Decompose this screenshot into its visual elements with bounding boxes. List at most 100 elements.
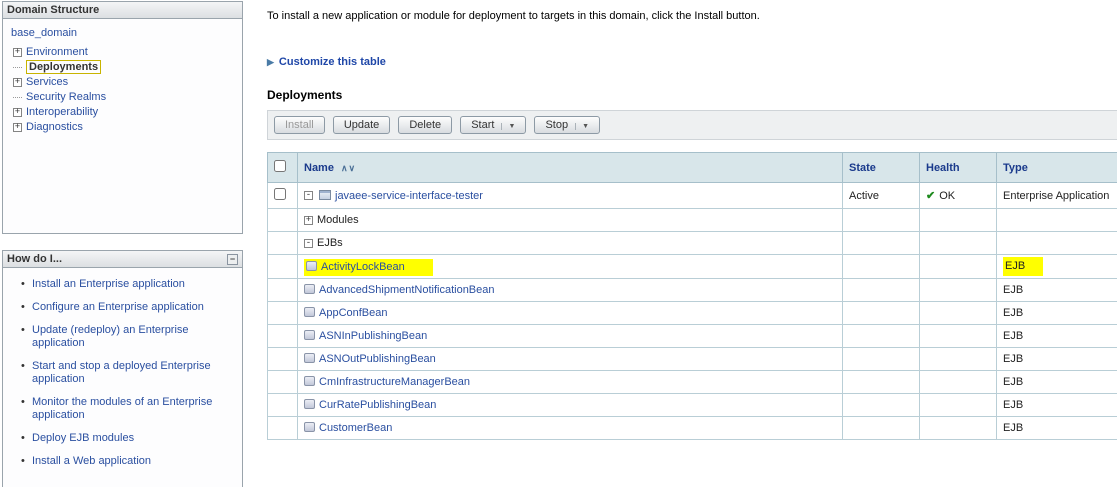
- how-do-i-panel: How do I... − • Install an Enterprise app…: [2, 250, 243, 487]
- how-do-i-title: How do I...: [7, 253, 62, 265]
- list-item: • Deploy EJB modules: [21, 432, 234, 445]
- disclosure-arrow-icon[interactable]: ▶: [267, 57, 274, 67]
- howto-link[interactable]: Install an Enterprise application: [32, 278, 185, 290]
- collapse-panel-icon[interactable]: −: [227, 253, 238, 265]
- howto-link[interactable]: Deploy EJB modules: [32, 432, 134, 444]
- bullet-icon: •: [21, 455, 25, 467]
- type-value: EJB: [996, 254, 1117, 279]
- customize-table-link[interactable]: Customize this table: [279, 56, 386, 68]
- domain-structure-panel: Domain Structure base_domain + Environmen…: [2, 1, 243, 234]
- weblogic-console-page: Domain Structure base_domain + Environmen…: [0, 0, 1117, 487]
- expand-icon[interactable]: +: [13, 122, 22, 132]
- health-ok-icon: ✔: [926, 190, 936, 202]
- list-item: • Monitor the modules of an Enterprise ap…: [21, 396, 234, 422]
- column-header-type: Type: [996, 152, 1117, 183]
- domain-structure-header: Domain Structure: [3, 2, 242, 19]
- list-item: • Configure an Enterprise application: [21, 301, 234, 314]
- tree-node-interoperability[interactable]: + Interoperability: [9, 106, 236, 118]
- tree-line: [13, 66, 22, 68]
- table-row: + Modules: [267, 208, 1117, 232]
- column-header-name[interactable]: Name ∧∨: [297, 152, 843, 183]
- type-value: Enterprise Application: [996, 182, 1117, 209]
- table-header-row: Name ∧∨ State Health Type: [267, 152, 1117, 183]
- stop-dropdown-button[interactable]: Stop ▼: [534, 116, 601, 134]
- health-value: ✔ OK: [919, 182, 997, 209]
- row-checkbox[interactable]: [274, 188, 286, 200]
- ejb-link[interactable]: CmInfrastructureManagerBean: [319, 376, 470, 388]
- table-row: CmInfrastructureManagerBean EJB: [267, 370, 1117, 394]
- tree-line: [13, 96, 22, 98]
- column-header-health: Health: [919, 152, 997, 183]
- tree-node-services[interactable]: + Services: [9, 76, 236, 88]
- ejb-link[interactable]: CustomerBean: [319, 422, 392, 434]
- chevron-down-icon: ▼: [575, 123, 590, 130]
- tree-node-environment[interactable]: + Environment: [9, 46, 236, 58]
- howto-link[interactable]: Install a Web application: [32, 455, 151, 467]
- table-row: ASNOutPublishingBean EJB: [267, 347, 1117, 371]
- deployment-link[interactable]: javaee-service-interface-tester: [335, 190, 483, 202]
- ejb-link[interactable]: AdvancedShipmentNotificationBean: [319, 284, 495, 296]
- bullet-icon: •: [21, 301, 25, 313]
- tree-node-security-realms[interactable]: Security Realms: [9, 91, 236, 103]
- tree-node-base-domain[interactable]: base_domain: [11, 27, 77, 39]
- bullet-icon: •: [21, 278, 25, 290]
- tree-node-deployments[interactable]: Deployments: [9, 60, 236, 74]
- list-item: • Start and stop a deployed Enterprise ap…: [21, 360, 234, 386]
- type-value: EJB: [996, 347, 1117, 371]
- bullet-icon: •: [21, 432, 25, 444]
- sort-icon[interactable]: ∧∨: [341, 163, 356, 173]
- start-dropdown-button[interactable]: Start ▼: [460, 116, 527, 134]
- table-row: - EJBs: [267, 231, 1117, 255]
- list-item: • Install an Enterprise application: [21, 278, 234, 291]
- list-item: • Update (redeploy) an Enterprise applica…: [21, 324, 234, 350]
- ejb-link[interactable]: ASNInPublishingBean: [319, 330, 427, 342]
- intro-text: To install a new application or module f…: [267, 10, 760, 22]
- table-row: ActivityLockBean EJB: [267, 254, 1117, 279]
- select-all-checkbox[interactable]: [274, 160, 286, 172]
- table-row: ASNInPublishingBean EJB: [267, 324, 1117, 348]
- customize-table-control: ▶ Customize this table: [267, 56, 1117, 68]
- ejb-link[interactable]: ActivityLockBean: [321, 261, 405, 273]
- install-button[interactable]: Install: [274, 116, 325, 134]
- howto-link[interactable]: Configure an Enterprise application: [32, 301, 204, 313]
- collapse-icon[interactable]: -: [304, 238, 313, 248]
- howto-link[interactable]: Update (redeploy) an Enterprise applicat…: [32, 324, 189, 349]
- ejb-bean-icon: [304, 307, 315, 317]
- deployments-section-title: Deployments: [267, 88, 343, 102]
- expand-icon[interactable]: +: [13, 77, 22, 87]
- type-value: EJB: [996, 301, 1117, 325]
- type-value: EJB: [996, 278, 1117, 302]
- column-header-state: State: [842, 152, 920, 183]
- delete-button[interactable]: Delete: [398, 116, 453, 134]
- expand-icon[interactable]: +: [13, 47, 22, 57]
- main-content: To install a new application or module f…: [245, 0, 1117, 487]
- deployments-table: Name ∧∨ State Health Type - javaee-service…: [267, 152, 1117, 440]
- type-value: EJB: [996, 393, 1117, 417]
- update-button[interactable]: Update: [332, 116, 391, 134]
- ejb-link[interactable]: CurRatePublishingBean: [319, 399, 436, 411]
- chevron-down-icon: ▼: [501, 123, 516, 130]
- expand-icon[interactable]: +: [304, 215, 313, 225]
- ejb-link[interactable]: ASNOutPublishingBean: [319, 353, 436, 365]
- table-row: CustomerBean EJB: [267, 416, 1117, 440]
- module-group-label: EJBs: [317, 237, 343, 249]
- type-value: EJB: [996, 324, 1117, 348]
- expand-icon[interactable]: +: [13, 107, 22, 117]
- type-value: EJB: [996, 370, 1117, 394]
- table-row: AppConfBean EJB: [267, 301, 1117, 325]
- howto-link[interactable]: Monitor the modules of an Enterprise app…: [32, 396, 212, 421]
- type-value: EJB: [996, 416, 1117, 440]
- collapse-icon[interactable]: -: [304, 191, 313, 201]
- bullet-icon: •: [21, 324, 25, 336]
- tree-node-diagnostics[interactable]: + Diagnostics: [9, 121, 236, 133]
- ejb-link[interactable]: AppConfBean: [319, 307, 388, 319]
- table-row: - javaee-service-interface-tester Active …: [267, 182, 1117, 209]
- deployments-toolbar: Install Update Delete Start ▼ Stop ▼: [267, 110, 1117, 140]
- highlight-annotation: ActivityLockBean: [304, 258, 433, 276]
- table-row: CurRatePublishingBean EJB: [267, 393, 1117, 417]
- ejb-bean-icon: [304, 376, 315, 386]
- state-value: Active: [842, 182, 920, 209]
- enterprise-app-icon: [319, 189, 331, 200]
- howto-link[interactable]: Start and stop a deployed Enterprise app…: [32, 360, 211, 385]
- bullet-icon: •: [21, 360, 25, 372]
